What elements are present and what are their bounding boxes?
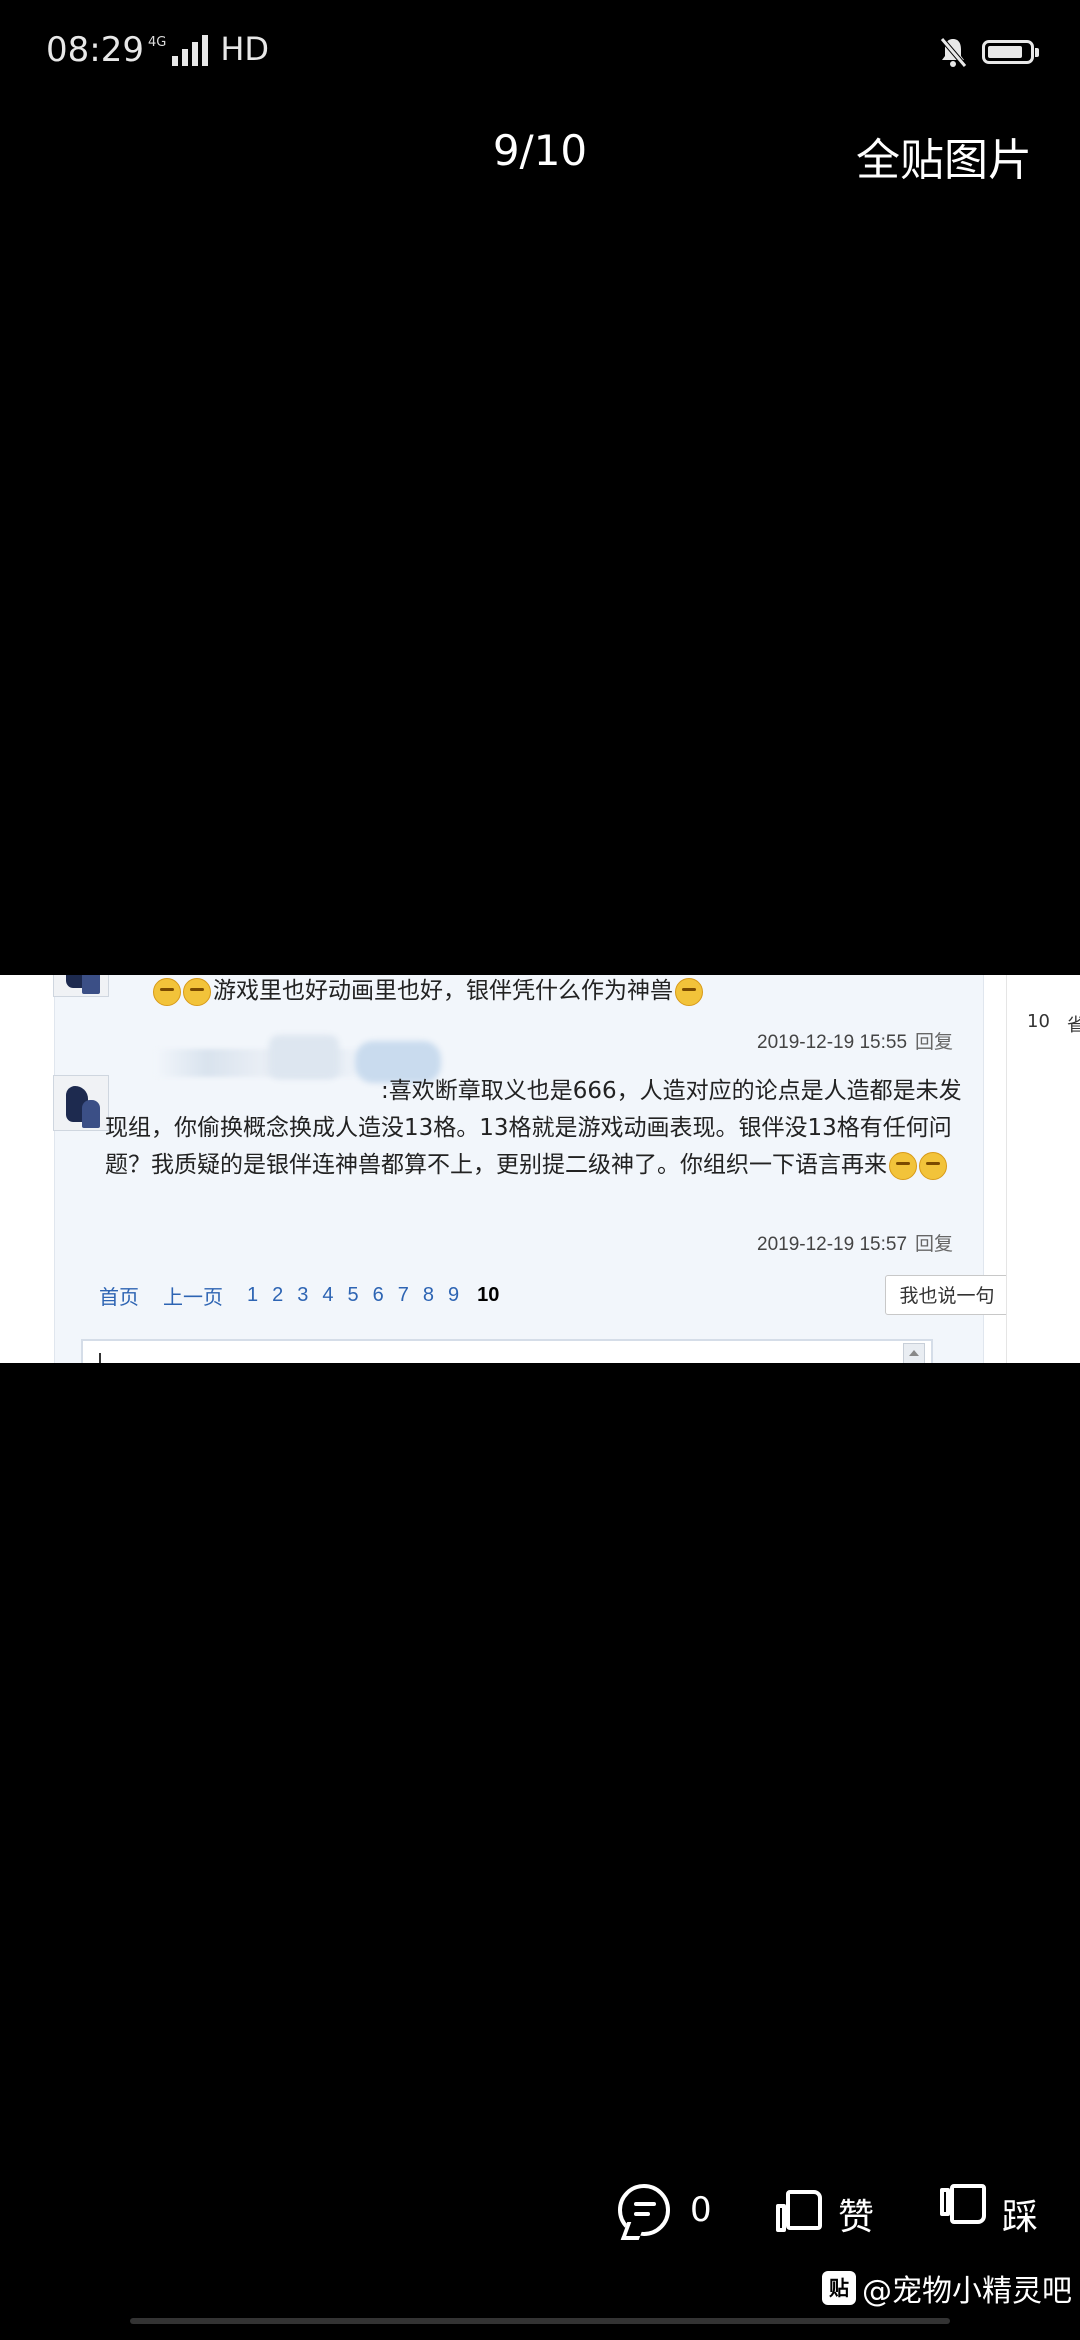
watermark-text: @宠物小精灵吧 bbox=[862, 2274, 1072, 2309]
comment-2-meta: 2019-12-19 15:57 回复 bbox=[757, 1229, 953, 1256]
gesture-bar[interactable] bbox=[130, 2318, 950, 2324]
page-link[interactable]: 1 bbox=[247, 1284, 258, 1307]
tieba-logo-icon: 贴 bbox=[822, 2271, 856, 2305]
all-pictures-button[interactable]: 全贴图片 bbox=[856, 124, 1032, 188]
watermark: 贴 @宠物小精灵吧 bbox=[822, 2266, 1072, 2310]
pagination: 首页 上一页 1 2 3 4 5 6 7 8 9 10 bbox=[99, 1281, 499, 1310]
emoji-icon bbox=[889, 1151, 917, 1180]
sidebar-number: 10 bbox=[1027, 1011, 1050, 1032]
thumbs-up-icon[interactable] bbox=[776, 2190, 822, 2232]
page-link[interactable]: 4 bbox=[322, 1284, 333, 1307]
comment-icon[interactable] bbox=[618, 2184, 670, 2236]
sidebar-text: 省 bbox=[1067, 1015, 1080, 1036]
emoji-icon bbox=[675, 977, 703, 1006]
network-type: 4G bbox=[148, 35, 167, 50]
comment-2-text: :喜欢断章取义也是666，人造对应的论点是人造都是未发现组，你偷换概念换成人造没… bbox=[105, 1078, 962, 1178]
scroll-up-icon[interactable] bbox=[903, 1343, 925, 1363]
signal-icon bbox=[172, 34, 209, 66]
comment-1-text: 游戏里也好动画里也好，银伴凭什么作为神兽 bbox=[213, 978, 673, 1004]
emoji-icon bbox=[183, 977, 211, 1006]
comment-1-meta: 2019-12-19 15:55 回复 bbox=[757, 1027, 953, 1054]
current-page: 10 bbox=[477, 1284, 500, 1306]
status-right bbox=[938, 36, 1039, 68]
battery-icon bbox=[982, 40, 1039, 64]
page-link[interactable]: 6 bbox=[373, 1284, 384, 1307]
comment-2-date: 2019-12-19 15:57 bbox=[757, 1234, 908, 1255]
first-page-link[interactable]: 首页 bbox=[99, 1281, 139, 1310]
right-sidebar-fragment: 10 省 bbox=[1006, 975, 1080, 1363]
text-cursor bbox=[99, 1353, 101, 1363]
emoji-icon bbox=[919, 1151, 947, 1180]
page-link[interactable]: 5 bbox=[348, 1284, 359, 1307]
page-link[interactable]: 7 bbox=[398, 1284, 409, 1307]
page-link[interactable]: 2 bbox=[272, 1284, 283, 1307]
like-button[interactable]: 赞 bbox=[838, 2188, 874, 2240]
avatar bbox=[53, 1075, 109, 1131]
prev-page-link[interactable]: 上一页 bbox=[163, 1281, 223, 1310]
dislike-button[interactable]: 踩 bbox=[1002, 2188, 1038, 2240]
status-time: 08:29 bbox=[46, 30, 144, 70]
comment-2: :喜欢断章取义也是666，人造对应的论点是人造都是未发现组，你偷换概念换成人造没… bbox=[105, 1073, 965, 1184]
network-indicator: 4G HD bbox=[148, 30, 269, 68]
reply-input[interactable] bbox=[81, 1339, 933, 1363]
mute-bell-icon bbox=[940, 37, 967, 68]
comment-count: 0 bbox=[690, 2190, 712, 2230]
reply-link[interactable]: 回复 bbox=[915, 1032, 953, 1053]
page-link[interactable]: 8 bbox=[423, 1284, 434, 1307]
reply-link[interactable]: 回复 bbox=[915, 1234, 953, 1255]
hd-indicator: HD bbox=[220, 30, 270, 68]
status-bar: 08:29 4G HD bbox=[0, 0, 1080, 110]
say-something-button[interactable]: 我也说一句 bbox=[885, 1275, 1009, 1315]
post-screenshot-image[interactable]: 游戏里也好动画里也好，银伴凭什么作为神兽 2019-12-19 15:55 回复 … bbox=[0, 975, 1080, 1363]
thumbs-down-icon[interactable] bbox=[940, 2184, 986, 2224]
avatar bbox=[53, 975, 109, 997]
comment-1-date: 2019-12-19 15:55 bbox=[757, 1032, 908, 1053]
page-link[interactable]: 3 bbox=[297, 1284, 308, 1307]
page-link[interactable]: 9 bbox=[448, 1284, 459, 1307]
comment-1: 游戏里也好动画里也好，银伴凭什么作为神兽 bbox=[153, 975, 973, 1010]
bottom-action-bar: 0 赞 踩 贴 @宠物小精灵吧 bbox=[0, 2160, 1080, 2340]
emoji-icon bbox=[153, 977, 181, 1006]
comment-area: 游戏里也好动画里也好，银伴凭什么作为神兽 2019-12-19 15:55 回复 … bbox=[53, 975, 1009, 1363]
